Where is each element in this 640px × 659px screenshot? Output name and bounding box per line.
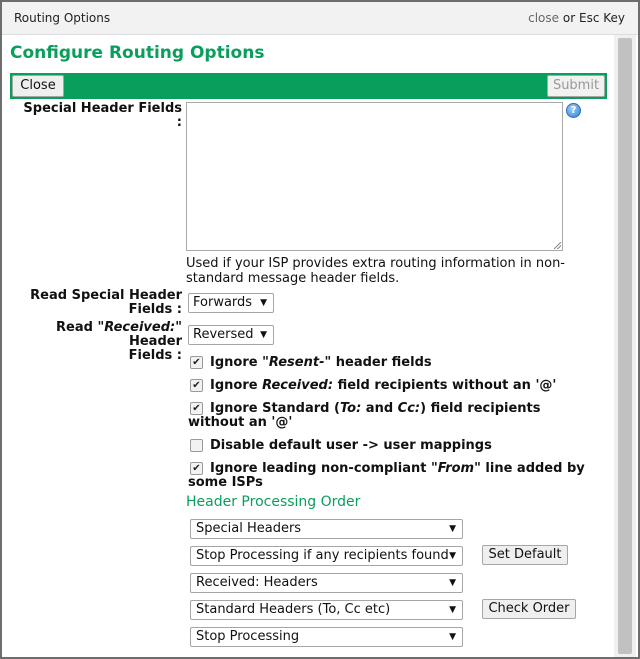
cb4-line2: ISPs <box>231 475 263 490</box>
read-special-select[interactable]: Forwards ▼ <box>188 293 274 313</box>
special-header-textarea[interactable] <box>186 102 563 251</box>
close-hint: close or Esc Key <box>528 11 625 25</box>
order-select-4-value: Standard Headers (To, Cc etc) <box>196 602 391 617</box>
order-select-1-value: Special Headers <box>196 521 302 536</box>
dialog-titlebar: Routing Options close or Esc Key <box>2 2 638 35</box>
special-header-label: Special Header Fields : <box>23 101 182 130</box>
order-select-4[interactable]: Standard Headers (To, Cc etc) ▼ <box>190 600 463 620</box>
ignore-resent-checkbox[interactable]: ✔ <box>190 356 203 369</box>
close-button[interactable]: Close <box>12 75 64 97</box>
set-default-button[interactable]: Set Default <box>482 545 568 565</box>
read-received-label-em: Received: <box>104 320 176 335</box>
chevron-down-icon: ▼ <box>449 578 456 588</box>
chevron-down-icon: ▼ <box>260 298 267 308</box>
toolbar: Close Submit <box>10 73 607 99</box>
read-special-label: Read Special Header Fields : <box>16 289 182 317</box>
close-or-text: or <box>562 11 576 25</box>
close-link[interactable]: close <box>528 11 559 25</box>
order-select-2[interactable]: Stop Processing if any recipients found ▼ <box>190 546 463 566</box>
cb0-em: Resent- <box>268 355 325 370</box>
cb1-em: Received: <box>262 378 334 393</box>
disable-mappings-label: Disable default user -> user mappings <box>210 438 492 453</box>
header-order-heading: Header Processing Order <box>186 494 361 510</box>
vertical-scrollbar[interactable] <box>614 35 636 657</box>
cb4-em: From <box>437 461 475 476</box>
order-select-3[interactable]: Received: Headers ▼ <box>190 573 463 593</box>
cb0-post: " header fields <box>324 355 432 370</box>
cb1-post: field recipients without an '@' <box>333 378 557 393</box>
cb2-line2: '@' <box>271 415 293 430</box>
chevron-down-icon: ▼ <box>449 605 456 615</box>
esc-key-text: Esc Key <box>578 11 625 25</box>
cb0-pre: Ignore " <box>210 355 269 370</box>
cb2-mid: and <box>361 401 398 416</box>
page-title: Configure Routing Options <box>10 43 265 63</box>
read-received-label-pre: Read " <box>56 320 105 335</box>
ignore-received-checkbox[interactable]: ✔ <box>190 379 203 392</box>
order-select-1[interactable]: Special Headers ▼ <box>190 519 463 539</box>
ignore-received-label: Ignore Received: field recipients withou… <box>210 379 556 393</box>
chevron-down-icon: ▼ <box>260 330 267 340</box>
cb2-pre: Ignore Standard ( <box>210 401 340 416</box>
read-special-value: Forwards <box>193 295 253 310</box>
dialog-title: Routing Options <box>14 11 111 25</box>
submit-button[interactable]: Submit <box>547 75 605 97</box>
read-special-label-line2: Fields : <box>128 302 182 317</box>
order-select-5-value: Stop Processing <box>196 629 300 644</box>
read-received-label: Read "Received:" Header Fields : <box>6 321 182 363</box>
cb2-em2: Cc: <box>397 401 421 416</box>
help-icon[interactable]: ? <box>566 103 581 118</box>
order-select-3-value: Received: Headers <box>196 575 318 590</box>
cb1-pre: Ignore <box>210 378 263 393</box>
ignore-resent-label: Ignore "Resent-" header fields <box>210 356 432 370</box>
read-special-label-line1: Read Special Header <box>30 288 182 303</box>
disable-mappings-checkbox[interactable] <box>190 439 203 452</box>
scrollbar-thumb[interactable] <box>618 38 632 654</box>
ignore-from-label: Ignore leading non-compliant "From" line… <box>188 462 598 490</box>
read-received-select[interactable]: Reversed ▼ <box>188 325 274 345</box>
order-select-5[interactable]: Stop Processing ▼ <box>190 627 463 647</box>
cb2-em: To: <box>339 401 362 416</box>
cb4-pre: Ignore leading non-compliant " <box>210 461 438 476</box>
routing-options-dialog: Routing Options close or Esc Key Configu… <box>2 2 638 657</box>
read-received-value: Reversed <box>193 327 254 342</box>
ignore-standard-label: Ignore Standard (To: and Cc:) field reci… <box>188 402 588 430</box>
chevron-down-icon: ▼ <box>449 551 456 561</box>
special-header-note: Used if your ISP provides extra routing … <box>186 256 565 286</box>
dialog-content: Configure Routing Options Close Submit S… <box>2 35 612 657</box>
read-received-label-line2: Fields : <box>128 348 182 363</box>
chevron-down-icon: ▼ <box>449 524 456 534</box>
resize-grip-icon[interactable] <box>554 242 561 249</box>
check-order-button[interactable]: Check Order <box>482 599 576 619</box>
order-select-2-value: Stop Processing if any recipients found <box>196 548 449 563</box>
chevron-down-icon: ▼ <box>449 632 456 642</box>
